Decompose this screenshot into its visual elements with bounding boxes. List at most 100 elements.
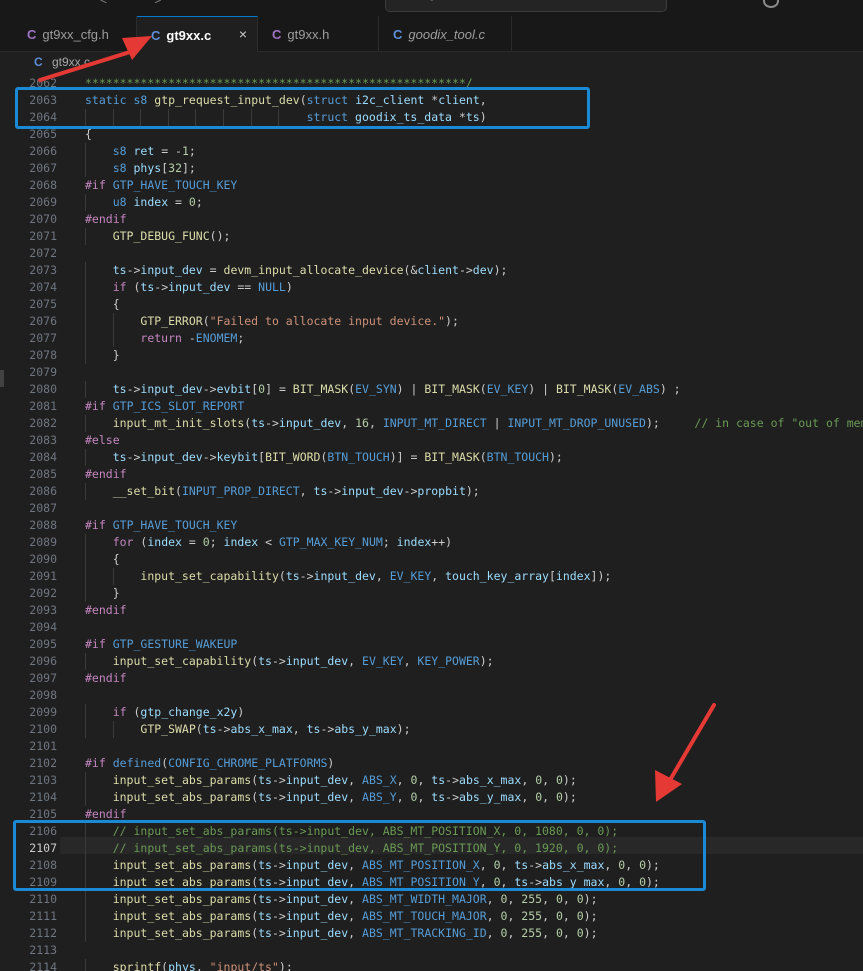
line-number: 2067 xyxy=(29,161,57,175)
line-number: 2071 xyxy=(29,229,57,243)
code-line[interactable]: 2094 xyxy=(0,619,863,636)
code-line[interactable]: 2075 { xyxy=(0,296,863,313)
code-line[interactable]: 2069 u8 index = 0; xyxy=(0,194,863,211)
code-line[interactable]: 2086 __set_bit(INPUT_PROP_DIRECT, ts->in… xyxy=(0,483,863,500)
code-line[interactable]: 2091 input_set_capability(ts->input_dev,… xyxy=(0,568,863,585)
tab-label: gt9xx.c xyxy=(166,27,212,43)
code-line[interactable]: 2067 s8 phys[32]; xyxy=(0,160,863,177)
line-number: 2098 xyxy=(29,688,57,702)
tab-gt9xx-h[interactable]: C gt9xx.h xyxy=(258,16,379,52)
code-line[interactable]: 2066 s8 ret = -1; xyxy=(0,143,863,160)
code-line[interactable]: 2073 ts->input_dev = devm_input_allocate… xyxy=(0,262,863,279)
code-line[interactable]: 2097 #endif xyxy=(0,670,863,687)
navigation-arrows[interactable]: < > xyxy=(100,0,183,7)
line-number: 2076 xyxy=(29,314,57,328)
close-tab-icon[interactable]: × xyxy=(239,26,247,42)
code-text: if (ts->input_dev == NULL) xyxy=(112,280,293,294)
line-number: 2095 xyxy=(29,637,57,651)
highlight-box-function-signature xyxy=(15,87,590,129)
command-center[interactable]: gt9xx xyxy=(385,0,667,12)
breadcrumb: C gt9xx.c xyxy=(0,52,863,74)
code-text: #if GTP_HAVE_TOUCH_KEY xyxy=(85,178,238,192)
code-line[interactable]: 2090 { xyxy=(0,551,863,568)
code-line[interactable]: 2092 } xyxy=(0,585,863,602)
code-line[interactable]: 2096 input_set_capability(ts->input_dev,… xyxy=(0,653,863,670)
code-line[interactable]: 2110 input_set_abs_params(ts->input_dev,… xyxy=(0,891,863,908)
code-text: #endif xyxy=(85,467,127,481)
code-line[interactable]: 2088 #if GTP_HAVE_TOUCH_KEY xyxy=(0,517,863,534)
code-text: input_set_abs_params(ts->input_dev, ABS_… xyxy=(112,892,598,906)
c-header-file-icon: C xyxy=(272,26,282,42)
line-number: 2096 xyxy=(29,654,57,668)
tab-goodix-tool-c[interactable]: C goodix_tool.c xyxy=(379,16,512,52)
code-line[interactable]: 2087 xyxy=(0,500,863,517)
line-number: 2084 xyxy=(29,450,57,464)
code-text: { xyxy=(85,297,120,311)
code-line[interactable]: 2081 #if GTP_ICS_SLOT_REPORT xyxy=(0,398,863,415)
code-line[interactable]: 2077 return -ENOMEM; xyxy=(0,330,863,347)
code-line[interactable]: 2113 xyxy=(0,942,863,959)
code-line[interactable]: 2103 input_set_abs_params(ts->input_dev,… xyxy=(0,772,863,789)
tab-label: gt9xx_cfg.h xyxy=(42,26,109,42)
code-line[interactable]: 2078 } xyxy=(0,347,863,364)
code-text: input_set_abs_params(ts->input_dev, ABS_… xyxy=(112,773,577,787)
code-text: u8 index = 0; xyxy=(112,195,203,209)
code-line[interactable]: 2084 ts->input_dev->keybit[BIT_WORD(BTN_… xyxy=(0,449,863,466)
line-number: 2070 xyxy=(29,212,57,226)
code-line[interactable]: 2074 if (ts->input_dev == NULL) xyxy=(0,279,863,296)
code-text: GTP_DEBUG_FUNC(); xyxy=(112,229,231,243)
code-text: } xyxy=(85,348,120,362)
line-number: 2066 xyxy=(29,144,57,158)
code-text: GTP_ERROR("Failed to allocate input devi… xyxy=(140,314,459,328)
code-line[interactable]: 2112 input_set_abs_params(ts->input_dev,… xyxy=(0,925,863,942)
code-text: #if GTP_ICS_SLOT_REPORT xyxy=(85,399,245,413)
code-line[interactable]: 2104 input_set_abs_params(ts->input_dev,… xyxy=(0,789,863,806)
tab-label: goodix_tool.c xyxy=(408,26,486,42)
account-icon[interactable] xyxy=(763,0,779,8)
code-line[interactable]: 2068 #if GTP_HAVE_TOUCH_KEY xyxy=(0,177,863,194)
code-line[interactable]: 2098 xyxy=(0,687,863,704)
code-line[interactable]: 2070 #endif xyxy=(0,211,863,228)
code-line[interactable]: 2101 xyxy=(0,738,863,755)
code-line[interactable]: 2093 #endif xyxy=(0,602,863,619)
code-line[interactable]: 2085 #endif xyxy=(0,466,863,483)
line-number: 2099 xyxy=(29,705,57,719)
code-line[interactable]: 2080 ts->input_dev->evbit[0] = BIT_MASK(… xyxy=(0,381,863,398)
code-line[interactable]: 2079 xyxy=(0,364,863,381)
line-number: 2094 xyxy=(29,620,57,634)
code-text: input_set_capability(ts->input_dev, EV_K… xyxy=(140,569,612,583)
code-line[interactable]: 2102 #if defined(CONFIG_CHROME_PLATFORMS) xyxy=(0,755,863,772)
code-text: ts->input_dev->keybit[BIT_WORD(BTN_TOUCH… xyxy=(112,450,563,464)
code-line[interactable]: 2089 for (index = 0; index < GTP_MAX_KEY… xyxy=(0,534,863,551)
code-line[interactable]: 2071 GTP_DEBUG_FUNC(); xyxy=(0,228,863,245)
line-number: 2072 xyxy=(29,246,57,260)
code-line[interactable]: 2099 if (gtp_change_x2y) xyxy=(0,704,863,721)
code-line[interactable]: 2114 sprintf(phys, "input/ts"); xyxy=(0,959,863,971)
code-line[interactable]: 2095 #if GTP_GESTURE_WAKEUP xyxy=(0,636,863,653)
c-source-file-icon: C xyxy=(151,27,161,43)
code-text: #else xyxy=(85,433,120,447)
tab-gt9xx-cfg-h[interactable]: C gt9xx_cfg.h xyxy=(13,16,137,52)
line-number: 2080 xyxy=(29,382,57,396)
line-number: 2068 xyxy=(29,178,57,192)
editor-tab-bar: C gt9xx_cfg.h C gt9xx.c × C gt9xx.h C go… xyxy=(0,16,863,53)
breadcrumb-file[interactable]: gt9xx.c xyxy=(52,55,90,69)
tab-gt9xx-c[interactable]: C gt9xx.c × xyxy=(137,16,258,53)
c-source-file-icon: C xyxy=(34,55,43,69)
line-number: 2085 xyxy=(29,467,57,481)
line-number: 2114 xyxy=(29,960,57,971)
code-line[interactable]: 2100 GTP_SWAP(ts->abs_x_max, ts->abs_y_m… xyxy=(0,721,863,738)
code-text: #if GTP_GESTURE_WAKEUP xyxy=(85,637,238,651)
line-number: 2082 xyxy=(29,416,57,430)
code-line[interactable]: 2076 GTP_ERROR("Failed to allocate input… xyxy=(0,313,863,330)
code-line[interactable]: 2111 input_set_abs_params(ts->input_dev,… xyxy=(0,908,863,925)
c-source-file-icon: C xyxy=(393,26,403,42)
code-line[interactable]: 2083 #else xyxy=(0,432,863,449)
line-number: 2104 xyxy=(29,790,57,804)
code-line[interactable]: 2072 xyxy=(0,245,863,262)
tab-label: gt9xx.h xyxy=(287,26,330,42)
code-line[interactable]: 2082 input_mt_init_slots(ts->input_dev, … xyxy=(0,415,863,432)
code-text: GTP_SWAP(ts->abs_x_max, ts->abs_y_max); xyxy=(140,722,411,736)
line-number: 2090 xyxy=(29,552,57,566)
highlight-box-abs-params xyxy=(13,820,706,891)
